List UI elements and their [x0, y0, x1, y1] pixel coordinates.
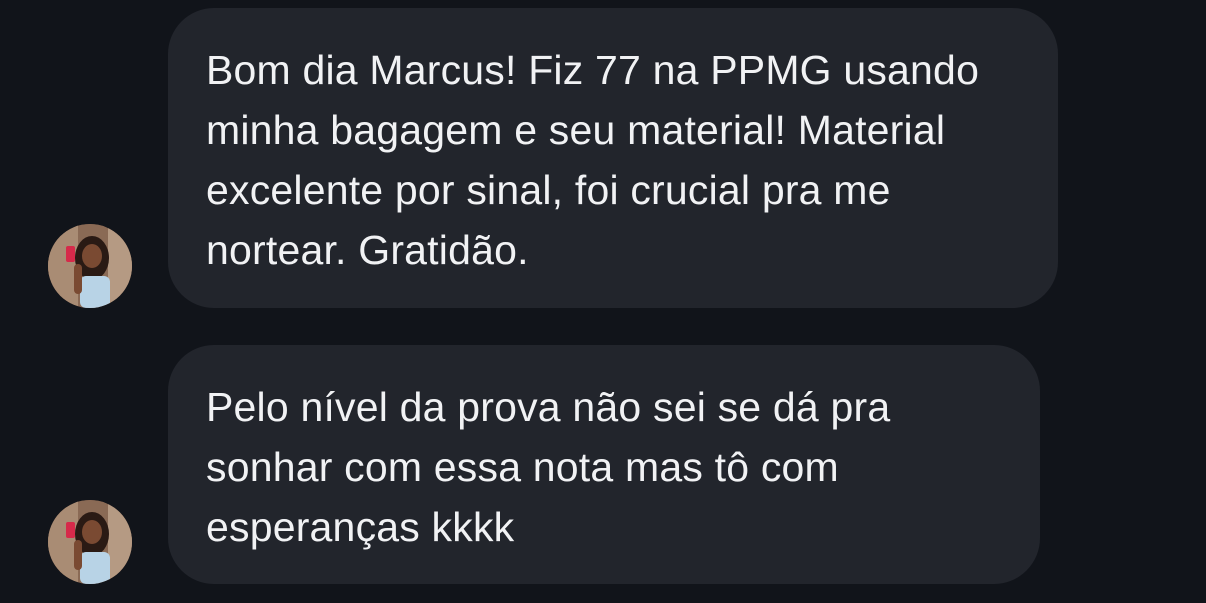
message-bubble[interactable]: Bom dia Marcus! Fiz 77 na PPMG usando mi… [168, 8, 1058, 308]
profile-photo-icon [48, 500, 132, 584]
avatar[interactable] [48, 224, 132, 308]
message-text: Pelo nível da prova não sei se dá pra so… [206, 384, 891, 550]
profile-photo-icon [48, 224, 132, 308]
message-text: Bom dia Marcus! Fiz 77 na PPMG usando mi… [206, 47, 980, 273]
message-bubble[interactable]: Pelo nível da prova não sei se dá pra so… [168, 345, 1040, 584]
avatar[interactable] [48, 500, 132, 584]
